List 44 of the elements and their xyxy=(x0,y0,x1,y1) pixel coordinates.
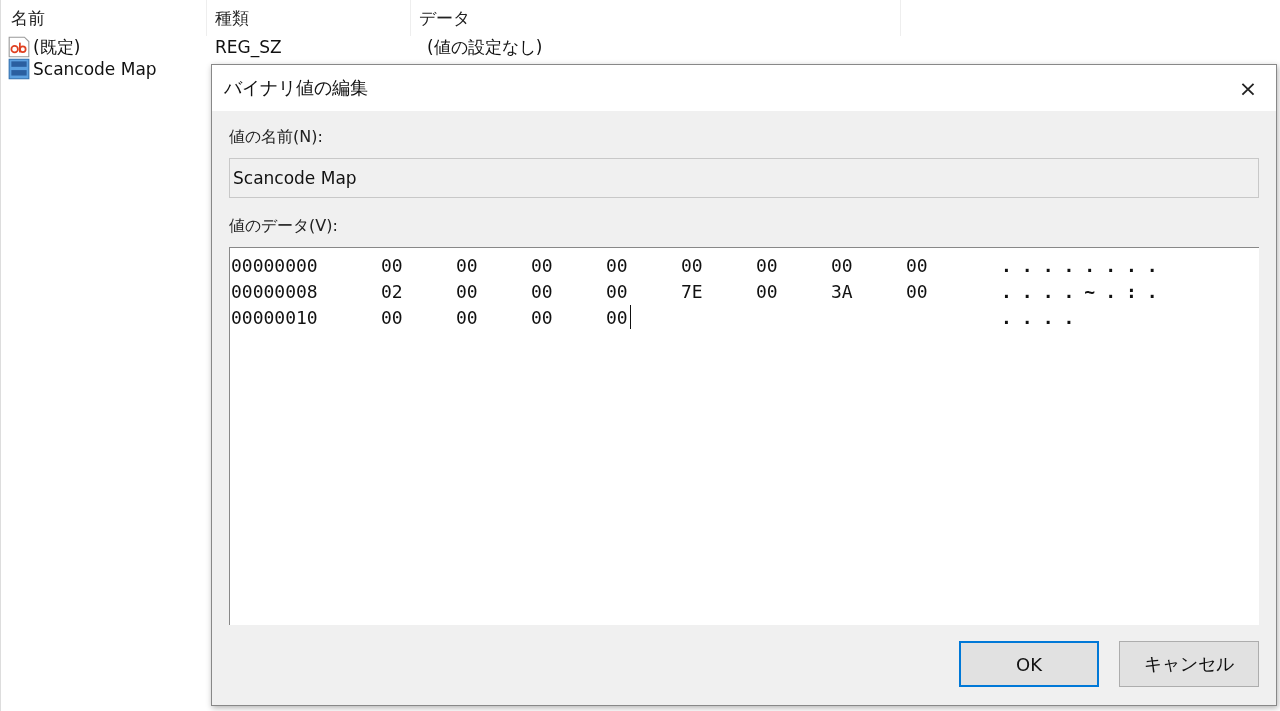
ascii-text: ........ xyxy=(1001,254,1168,276)
value-data: (値の設定なし) xyxy=(426,35,544,59)
value-name[interactable]: (既定) xyxy=(33,35,81,59)
hex-byte: 00 xyxy=(456,280,479,302)
hex-editor-field[interactable]: 00000000 00 00 00 00 00 00 00 00 ........ 00000008 02 00 00 00 7E 00 3A 00 ....~.:. 00000010 00 00 00 00 .... xyxy=(229,247,1259,625)
binary-value-icon xyxy=(7,57,31,81)
column-header[interactable]: 名前 xyxy=(7,0,207,36)
hex-byte: 00 xyxy=(606,280,629,302)
hex-offset: 00000000 xyxy=(230,254,319,276)
text-cursor xyxy=(630,304,631,329)
hex-byte: 02 xyxy=(381,280,404,302)
hex-byte: 00 xyxy=(756,254,779,276)
hex-byte: 00 xyxy=(531,254,554,276)
hex-offset: 00000010 xyxy=(230,306,319,328)
string-value-icon xyxy=(7,35,31,59)
hex-byte: 00 xyxy=(606,254,629,276)
field-label: 値の名前(N): xyxy=(229,127,323,148)
close-button[interactable]: × xyxy=(1220,65,1276,111)
value-type: REG_SZ xyxy=(214,37,283,57)
hex-byte: 00 xyxy=(606,306,681,328)
column-header[interactable]: 種類 xyxy=(207,0,411,36)
hex-byte: 00 xyxy=(531,280,554,302)
hex-byte: 00 xyxy=(906,254,929,276)
hex-byte: 00 xyxy=(756,280,779,302)
hex-byte: 00 xyxy=(906,280,929,302)
value-name[interactable]: Scancode Map xyxy=(33,59,157,79)
hex-byte: 00 xyxy=(456,254,479,276)
hex-byte: 00 xyxy=(381,254,404,276)
value-name-field[interactable]: Scancode Map xyxy=(229,158,1259,198)
hex-byte: 00 xyxy=(456,306,479,328)
hex-byte: 00 xyxy=(681,254,704,276)
ascii-text: .... xyxy=(1001,306,1085,328)
dialog-title: バイナリ値の編集 xyxy=(224,76,368,100)
cancel-button[interactable]: キャンセル xyxy=(1119,641,1259,687)
hex-byte: 00 xyxy=(381,306,404,328)
column-header[interactable]: データ xyxy=(411,0,901,36)
hex-byte: 7E xyxy=(681,280,704,302)
hex-offset: 00000008 xyxy=(230,280,319,302)
ok-button[interactable]: OK xyxy=(959,641,1099,687)
hex-byte: 00 xyxy=(531,306,554,328)
hex-byte: 00 xyxy=(831,254,854,276)
hex-byte: 3A xyxy=(831,280,854,302)
field-label: 値のデータ(V): xyxy=(229,216,338,237)
ascii-text: ....~.:. xyxy=(1001,280,1168,302)
